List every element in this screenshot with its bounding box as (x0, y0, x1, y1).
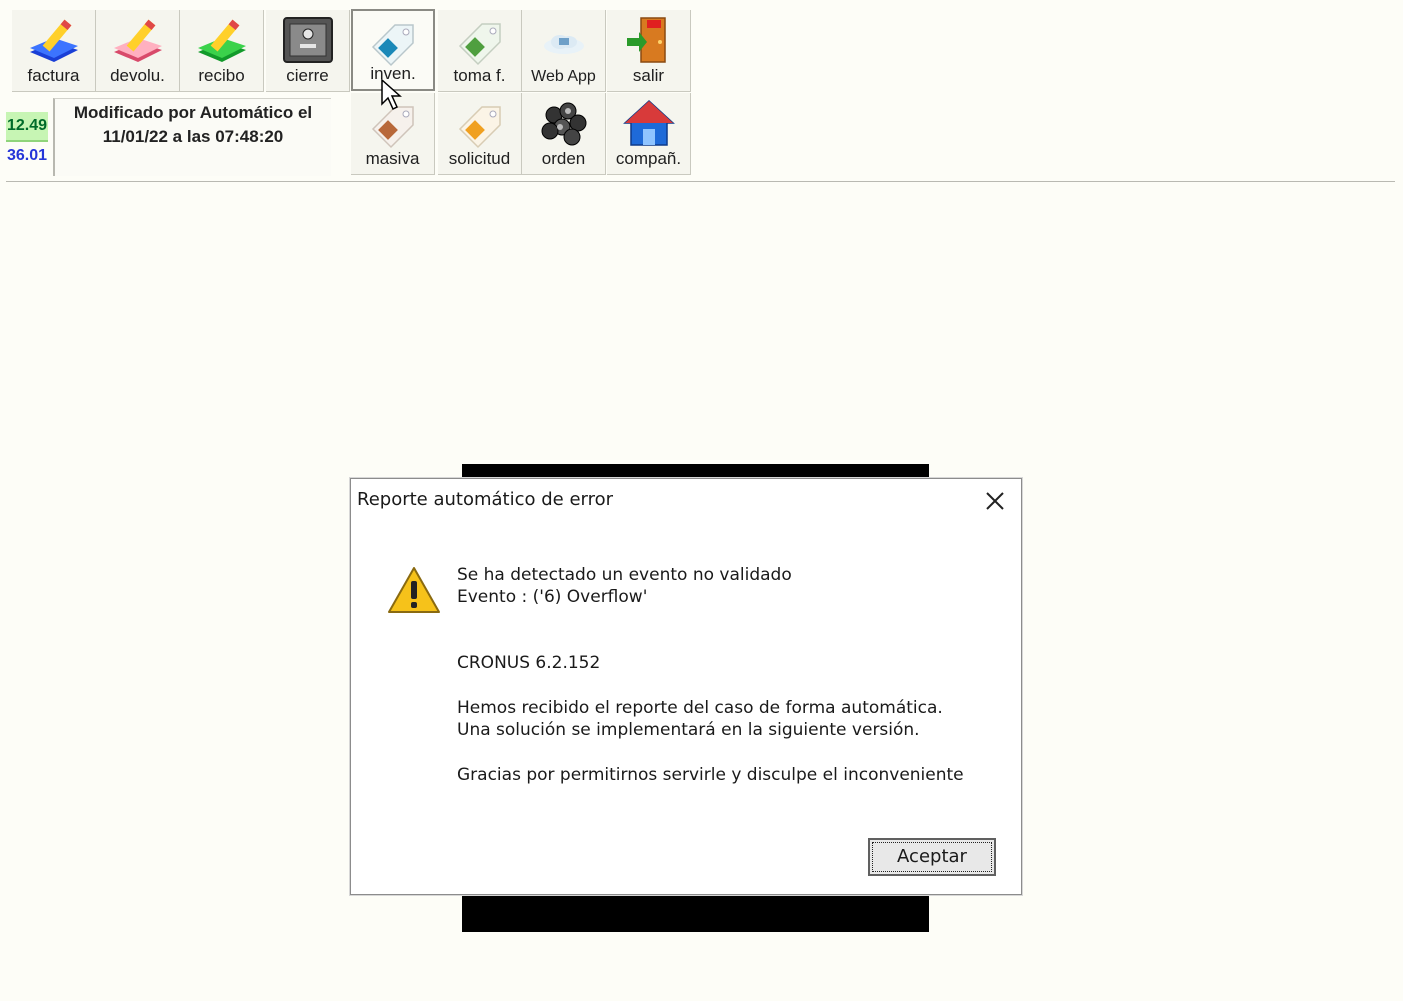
coins-icon (541, 102, 586, 146)
thanks-line: Gracias por permitirnos servirle y discu… (457, 765, 964, 785)
orden-button[interactable]: orden (522, 93, 606, 175)
cloud-icon (543, 35, 584, 54)
web-app-label: Web App (531, 68, 596, 85)
cierre-button[interactable]: cierre (266, 10, 350, 92)
safe-icon (282, 17, 333, 63)
factura-label: factura (27, 66, 80, 85)
app-window: factura devolu. recibo cierre inven. tom… (0, 0, 1403, 1001)
devolu-button[interactable]: devolu. (96, 10, 180, 92)
recibo-button[interactable]: recibo (180, 10, 264, 92)
cierre-label: cierre (286, 66, 329, 85)
error-event-line: Evento : ('6) Overflow' (457, 587, 648, 607)
recibo-label: recibo (198, 66, 245, 85)
totals-panel: 12.49 36.01 (6, 112, 48, 170)
toma-f-button[interactable]: toma f. (438, 10, 522, 92)
toolbar-separator (6, 181, 1395, 182)
accept-button[interactable]: Aceptar (868, 838, 996, 876)
toma-f-label: toma f. (453, 66, 506, 85)
masiva-label: masiva (365, 149, 420, 168)
salir-label: salir (632, 66, 665, 85)
devolu-label: devolu. (110, 66, 165, 85)
version-text: CRONUS 6.2.152 (457, 653, 601, 673)
warning-icon (388, 567, 440, 613)
error-message-line1: Se ha detectado un evento no validado (457, 565, 792, 585)
tag-blue-icon (371, 24, 414, 67)
accept-button-label: Aceptar (872, 842, 992, 872)
web-app-button[interactable]: Web App (522, 10, 606, 92)
orden-label: orden (541, 149, 586, 168)
modified-info-box: Modificado por Automático el 11/01/22 a … (53, 98, 331, 176)
invoice-pencil-blue-icon (29, 19, 78, 62)
factura-button[interactable]: factura (12, 10, 96, 92)
total-blue-value: 36.01 (7, 147, 48, 164)
modified-info-line2: 11/01/22 a las 07:48:20 (102, 127, 284, 146)
report-received-line: Hemos recibido el reporte del caso de fo… (457, 698, 943, 718)
receipt-pencil-green-icon (197, 19, 246, 62)
tag-orange-icon (458, 106, 501, 149)
return-pencil-pink-icon (113, 19, 162, 62)
compan-label: compañ. (615, 149, 682, 168)
tag-green-icon (458, 23, 501, 66)
exit-door-icon (626, 17, 666, 63)
total-green-value: 12.49 (6, 112, 48, 142)
background-black-bar-bottom (462, 894, 929, 932)
house-icon (622, 99, 675, 146)
salir-button[interactable]: salir (607, 10, 691, 92)
modified-info-line1: Modificado por Automático el (73, 103, 313, 122)
error-report-dialog: Reporte automático de error Se ha detect… (350, 478, 1022, 895)
compan-button[interactable]: compañ. (607, 93, 691, 175)
mouse-cursor-icon (381, 78, 402, 111)
close-icon[interactable] (981, 487, 1009, 515)
dialog-title: Reporte automático de error (357, 489, 614, 510)
solicitud-label: solicitud (448, 149, 511, 168)
solicitud-button[interactable]: solicitud (438, 93, 522, 175)
solution-line: Una solución se implementará en la sigui… (457, 720, 920, 740)
